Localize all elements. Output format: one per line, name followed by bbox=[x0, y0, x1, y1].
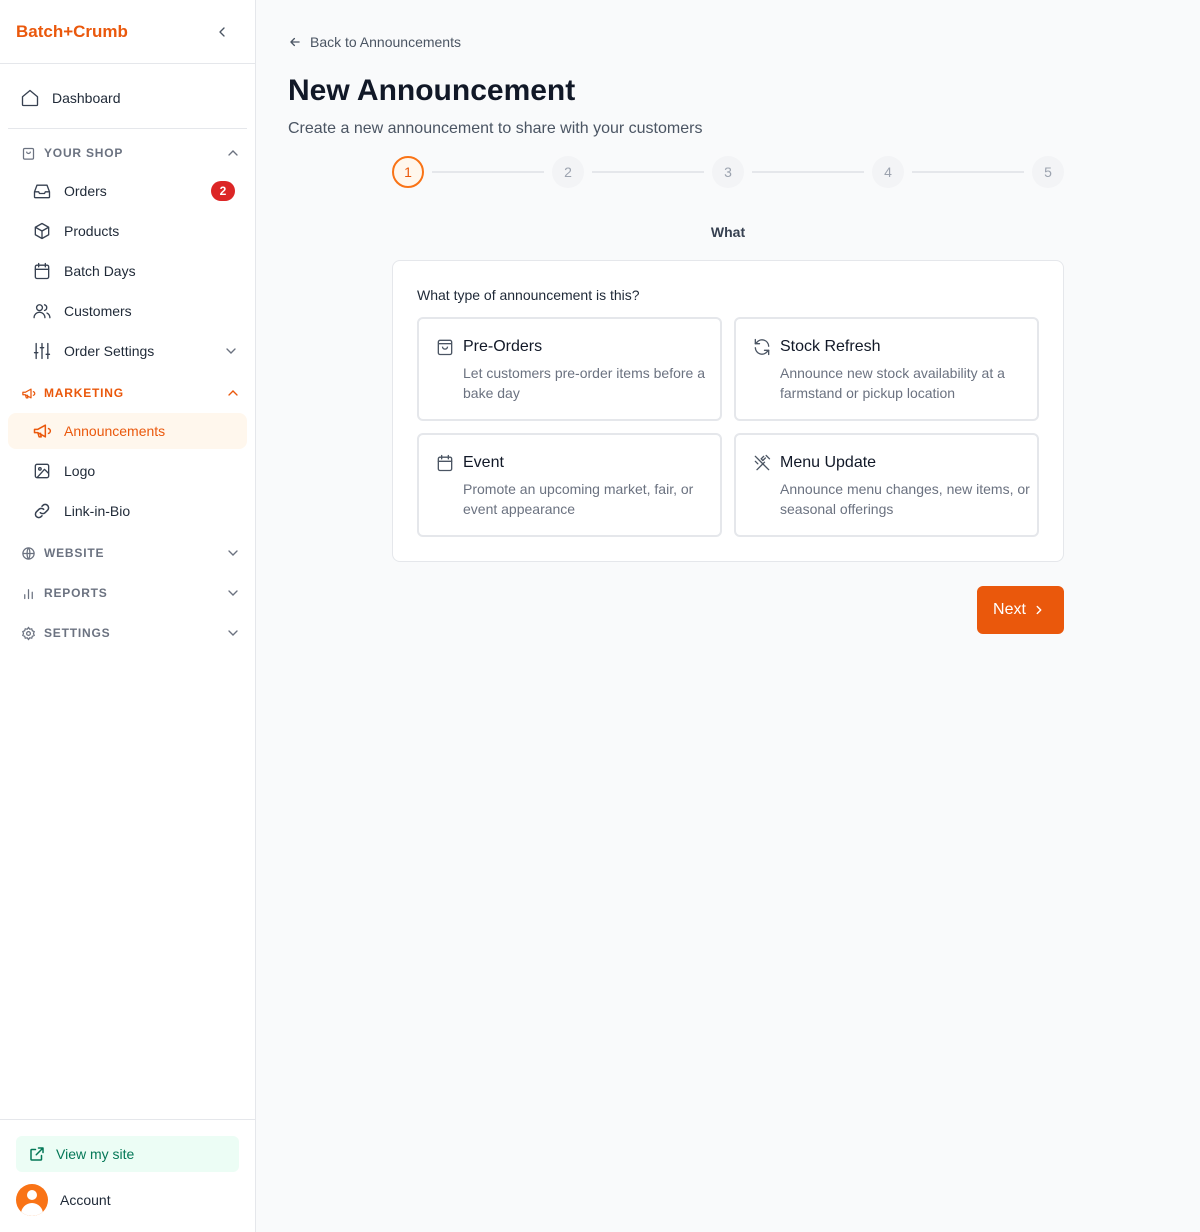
collapse-sidebar-button[interactable] bbox=[210, 20, 234, 44]
brand-logo[interactable]: Batch+Crumb bbox=[16, 22, 128, 42]
chevron-left-icon bbox=[214, 24, 230, 40]
sidebar-item-label: Orders bbox=[64, 183, 107, 199]
sidebar-item-label: Dashboard bbox=[52, 90, 121, 106]
sidebar-item-link-in-bio[interactable]: Link-in-Bio bbox=[8, 493, 247, 529]
step-connector bbox=[592, 171, 704, 173]
calendar-icon bbox=[435, 453, 455, 473]
chevron-down-icon bbox=[225, 545, 241, 561]
chevron-up-icon bbox=[225, 385, 241, 401]
step-connector bbox=[752, 171, 864, 173]
section-website[interactable]: WEBSITE bbox=[8, 539, 247, 567]
sidebar-item-label: Customers bbox=[64, 303, 132, 319]
megaphone-icon bbox=[32, 421, 52, 441]
section-label: SETTINGS bbox=[44, 626, 111, 640]
box-icon bbox=[32, 221, 52, 241]
section-reports[interactable]: REPORTS bbox=[8, 579, 247, 607]
stepper: 1 2 3 4 5 bbox=[392, 156, 1064, 188]
sidebar-item-orders[interactable]: Orders 2 bbox=[8, 173, 247, 209]
bar-chart-icon bbox=[20, 585, 36, 601]
option-title: Event bbox=[463, 454, 504, 471]
sidebar: Batch+Crumb Dashboard YOUR SHOP Orders 2 bbox=[0, 0, 256, 1232]
section-settings[interactable]: SETTINGS bbox=[8, 619, 247, 647]
account-label: Account bbox=[60, 1192, 111, 1208]
view-site-label: View my site bbox=[56, 1146, 135, 1162]
avatar bbox=[16, 1184, 48, 1216]
sidebar-item-label: Announcements bbox=[64, 423, 166, 439]
sidebar-item-dashboard[interactable]: Dashboard bbox=[8, 80, 247, 116]
sidebar-item-label: Link-in-Bio bbox=[64, 503, 131, 519]
view-my-site-button[interactable]: View my site bbox=[16, 1136, 239, 1172]
orders-count-badge: 2 bbox=[211, 181, 235, 201]
link-icon bbox=[32, 501, 52, 521]
calendar-icon bbox=[32, 261, 52, 281]
sidebar-item-label: Logo bbox=[64, 463, 96, 479]
step-connector bbox=[432, 171, 544, 173]
option-description: Announce new stock availability at a far… bbox=[780, 365, 1005, 401]
sidebar-item-label: Batch Days bbox=[64, 263, 136, 279]
sidebar-item-customers[interactable]: Customers bbox=[8, 293, 247, 329]
next-button-label: Next bbox=[993, 601, 1026, 618]
option-title: Pre-Orders bbox=[463, 338, 543, 355]
page-subtitle: Create a new announcement to share with … bbox=[288, 120, 703, 137]
section-marketing[interactable]: MARKETING bbox=[8, 379, 247, 407]
section-label: WEBSITE bbox=[44, 546, 105, 560]
chevron-up-icon bbox=[225, 145, 241, 161]
shopping-bag-icon bbox=[435, 337, 455, 357]
question-label: What type of announcement is this? bbox=[417, 287, 640, 303]
sidebar-divider bbox=[8, 128, 247, 129]
section-label: YOUR SHOP bbox=[44, 146, 124, 160]
inbox-icon bbox=[32, 181, 52, 201]
option-title: Stock Refresh bbox=[780, 338, 881, 355]
section-label: MARKETING bbox=[44, 386, 124, 400]
next-button[interactable]: Next bbox=[977, 586, 1064, 634]
sidebar-item-label: Products bbox=[64, 223, 120, 239]
shopping-bag-icon bbox=[20, 145, 36, 161]
back-to-announcements-link[interactable]: Back to Announcements bbox=[288, 32, 461, 52]
step-4[interactable]: 4 bbox=[872, 156, 904, 188]
step-2[interactable]: 2 bbox=[552, 156, 584, 188]
option-menu-update[interactable]: Menu Update Announce menu changes, new i… bbox=[734, 433, 1039, 537]
chevron-down-icon bbox=[225, 625, 241, 641]
sidebar-item-order-settings[interactable]: Order Settings bbox=[8, 333, 247, 369]
gear-icon bbox=[20, 625, 36, 641]
chevron-down-icon bbox=[223, 343, 239, 359]
refresh-icon bbox=[752, 337, 772, 357]
sidebar-item-label: Order Settings bbox=[64, 343, 155, 359]
home-icon bbox=[20, 88, 40, 108]
step-1[interactable]: 1 bbox=[392, 156, 424, 188]
section-label: REPORTS bbox=[44, 586, 108, 600]
sidebar-divider bbox=[0, 1119, 255, 1120]
account-menu[interactable]: Account bbox=[16, 1184, 239, 1216]
option-description: Announce menu changes, new items, or sea… bbox=[780, 481, 1030, 517]
option-stock-refresh[interactable]: Stock Refresh Announce new stock availab… bbox=[734, 317, 1039, 421]
megaphone-icon bbox=[20, 385, 36, 401]
sliders-icon bbox=[32, 341, 52, 361]
external-link-icon bbox=[28, 1145, 46, 1163]
page-title: New Announcement bbox=[288, 74, 576, 107]
chevron-down-icon bbox=[225, 585, 241, 601]
option-event[interactable]: Event Promote an upcoming market, fair, … bbox=[417, 433, 722, 537]
image-icon bbox=[32, 461, 52, 481]
option-title: Menu Update bbox=[780, 454, 877, 471]
back-link-label: Back to Announcements bbox=[310, 34, 461, 50]
option-description: Let customers pre-order items before a b… bbox=[463, 365, 705, 401]
sidebar-divider bbox=[0, 63, 255, 64]
sidebar-item-logo[interactable]: Logo bbox=[8, 453, 247, 489]
chevron-right-icon bbox=[1032, 602, 1048, 618]
globe-icon bbox=[20, 545, 36, 561]
option-description: Promote an upcoming market, fair, or eve… bbox=[463, 481, 694, 517]
sidebar-item-products[interactable]: Products bbox=[8, 213, 247, 249]
option-pre-orders[interactable]: Pre-Orders Let customers pre-order items… bbox=[417, 317, 722, 421]
arrow-left-icon bbox=[288, 34, 304, 50]
sidebar-item-announcements[interactable]: Announcements bbox=[8, 413, 247, 449]
utensils-crossed-icon bbox=[752, 453, 772, 473]
users-icon bbox=[32, 301, 52, 321]
sidebar-item-batch-days[interactable]: Batch Days bbox=[8, 253, 247, 289]
step-label: What bbox=[710, 224, 746, 240]
announcement-type-card: What type of announcement is this? Pre-O… bbox=[392, 260, 1064, 562]
section-your-shop[interactable]: YOUR SHOP bbox=[8, 139, 247, 167]
step-3[interactable]: 3 bbox=[712, 156, 744, 188]
step-5[interactable]: 5 bbox=[1032, 156, 1064, 188]
step-connector bbox=[912, 171, 1024, 173]
